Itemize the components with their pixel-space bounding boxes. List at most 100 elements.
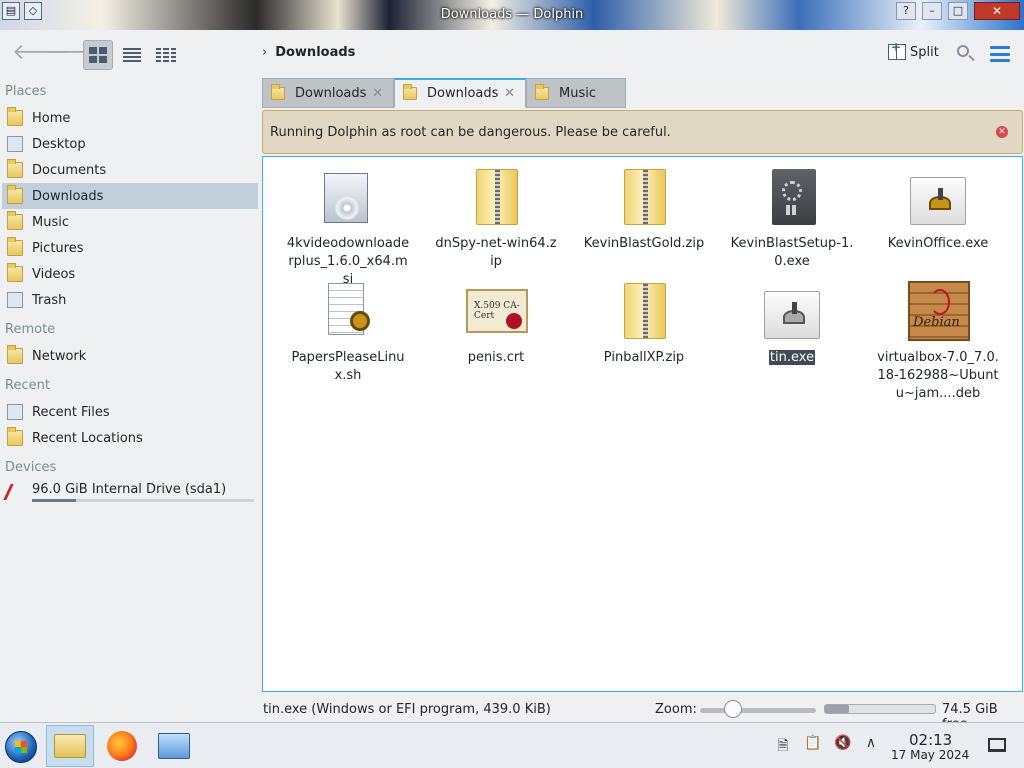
documents-folder-icon bbox=[7, 159, 23, 178]
close-window-button[interactable]: ✕ bbox=[974, 2, 1020, 20]
notes-tray-icon[interactable]: 🗎 bbox=[774, 735, 792, 754]
tab-downloads-2[interactable]: Downloads ✕ bbox=[394, 78, 526, 108]
compact-view-icon bbox=[123, 48, 141, 62]
folder-icon bbox=[535, 83, 549, 100]
file-name: tin.exe bbox=[768, 349, 816, 367]
file-item[interactable]: KevinBlastSetup-1.0.exe bbox=[727, 167, 857, 271]
clipboard-tray-icon[interactable]: 📋 bbox=[804, 735, 822, 753]
file-item[interactable]: 4kvideodownloaderplus_1.6.0_x64.msi bbox=[283, 167, 413, 289]
file-name-text: KevinBlastSetup-1.0.exe bbox=[730, 236, 854, 269]
sidebar-item-label: 96.0 GiB Internal Drive (sda1) bbox=[32, 482, 227, 497]
folder-icon bbox=[403, 84, 417, 100]
sidebar-item-label: Network bbox=[32, 348, 87, 364]
file-name: penis.crt bbox=[468, 349, 525, 367]
sidebar-item-recent-locations[interactable]: Recent Locations bbox=[2, 425, 258, 451]
volume-muted-icon[interactable]: 🔇 bbox=[834, 735, 852, 753]
zoom-slider-handle[interactable] bbox=[724, 700, 742, 718]
sidebar-item-documents[interactable]: Documents bbox=[2, 157, 258, 183]
breadcrumb-current[interactable]: Downloads bbox=[275, 45, 355, 60]
tab-label: Downloads bbox=[427, 86, 499, 101]
zoom-label: Zoom: bbox=[655, 702, 697, 717]
taskbar-settings-button[interactable] bbox=[150, 725, 198, 767]
downloads-folder-icon bbox=[7, 185, 23, 204]
compact-view-button[interactable] bbox=[117, 40, 147, 70]
exe-gear-icon bbox=[762, 281, 822, 341]
file-name-text: 4kvideodownloaderplus_1.6.0_x64.msi bbox=[286, 236, 410, 287]
sidebar-item-label: Pictures bbox=[32, 240, 84, 256]
details-view-icon bbox=[156, 48, 176, 62]
search-icon[interactable] bbox=[956, 44, 976, 64]
show-desktop-icon[interactable] bbox=[988, 738, 1006, 752]
chevron-up-icon[interactable]: ∧ bbox=[862, 735, 880, 753]
close-warning-icon[interactable]: ✕ bbox=[996, 126, 1008, 138]
sidebar-section-places: Places bbox=[5, 84, 47, 99]
sidebar-item-music[interactable]: Music bbox=[2, 209, 258, 235]
sidebar-section-remote: Remote bbox=[5, 322, 56, 337]
file-name-text: virtualbox-7.0_7.0.18-162988~Ubuntu~jam.… bbox=[877, 350, 999, 401]
icons-view-button[interactable] bbox=[83, 40, 113, 70]
file-name-text: PinballXP.zip bbox=[603, 350, 685, 365]
file-name: KevinOffice.exe bbox=[888, 235, 989, 253]
start-menu-button[interactable] bbox=[5, 731, 37, 763]
details-view-button[interactable] bbox=[151, 40, 181, 70]
sidebar-item-trash[interactable]: Trash bbox=[2, 287, 258, 313]
system-settings-icon bbox=[158, 733, 190, 759]
clock-time[interactable]: 02:13 bbox=[909, 731, 952, 749]
shell-script-icon bbox=[318, 281, 378, 341]
network-folder-icon bbox=[7, 345, 23, 364]
debian-package-icon: Debian bbox=[908, 281, 970, 341]
exe-gear-icon bbox=[908, 167, 968, 227]
sidebar-item-network[interactable]: Network bbox=[2, 343, 258, 369]
tab-downloads-1[interactable]: Downloads ✕ bbox=[262, 78, 394, 108]
msi-installer-icon bbox=[318, 167, 378, 227]
sidebar-section-devices: Devices bbox=[5, 460, 57, 475]
sidebar-item-label: Desktop bbox=[32, 136, 86, 152]
maximize-button[interactable]: □ bbox=[948, 2, 968, 20]
file-name: KevinBlastGold.zip bbox=[584, 235, 705, 253]
file-name: PinballXP.zip bbox=[604, 349, 684, 367]
file-item[interactable]: Debian virtualbox-7.0_7.0.18-162988~Ubunt… bbox=[873, 281, 1003, 403]
file-item[interactable]: tin.exe bbox=[727, 281, 857, 367]
sidebar-item-pictures[interactable]: Pictures bbox=[2, 235, 258, 261]
sidebar-item-recent-files[interactable]: Recent Files bbox=[2, 399, 258, 425]
file-name-text: penis.crt bbox=[467, 350, 525, 365]
breadcrumb-chevron-icon[interactable]: › bbox=[262, 45, 267, 60]
file-name: virtualbox-7.0_7.0.18-162988~Ubuntu~jam.… bbox=[876, 349, 1000, 403]
hamburger-menu-icon[interactable] bbox=[990, 46, 1010, 62]
file-item[interactable]: KevinOffice.exe bbox=[873, 167, 1003, 253]
breadcrumb[interactable]: › Downloads bbox=[262, 45, 355, 60]
taskbar-dolphin-button[interactable] bbox=[46, 725, 94, 767]
file-item[interactable]: KevinBlastGold.zip bbox=[579, 167, 709, 253]
sidebar-item-96-0-gib-internal-drive-sda1[interactable]: 96.0 GiB Internal Drive (sda1) bbox=[2, 479, 258, 505]
file-item[interactable]: X.509 CA-Cert penis.crt bbox=[431, 281, 561, 367]
file-view[interactable]: 4kvideodownloaderplus_1.6.0_x64.msi dnSpy… bbox=[262, 156, 1023, 692]
help-button[interactable]: ? bbox=[896, 2, 916, 20]
sidebar-item-videos[interactable]: Videos bbox=[2, 261, 258, 287]
title-bar[interactable]: ▤ ◇ Downloads — Dolphin ? – □ ✕ bbox=[0, 0, 1024, 30]
sidebar-item-downloads[interactable]: Downloads bbox=[2, 183, 258, 209]
sidebar-item-label: Music bbox=[32, 214, 69, 230]
zoom-slider-track[interactable] bbox=[700, 708, 816, 713]
clock-date[interactable]: 17 May 2024 bbox=[891, 748, 969, 762]
desktop-icon bbox=[7, 136, 23, 152]
close-tab-icon[interactable]: ✕ bbox=[372, 86, 383, 101]
status-info: tin.exe (Windows or EFI program, 439.0 K… bbox=[263, 702, 551, 717]
file-item[interactable]: PinballXP.zip bbox=[579, 281, 709, 367]
split-button[interactable]: + Split bbox=[888, 40, 939, 60]
zip-archive-icon bbox=[466, 167, 526, 227]
status-bar: tin.exe (Windows or EFI program, 439.0 K… bbox=[0, 696, 1024, 732]
file-name-text: dnSpy-net-win64.zip bbox=[435, 236, 557, 269]
file-item[interactable]: dnSpy-net-win64.zip bbox=[431, 167, 561, 271]
minimize-button[interactable]: – bbox=[922, 2, 942, 20]
zip-archive-icon bbox=[614, 281, 674, 341]
close-tab-icon[interactable]: ✕ bbox=[504, 86, 515, 101]
file-name-text: tin.exe bbox=[768, 350, 816, 365]
file-item[interactable]: PapersPleaseLinux.sh bbox=[283, 281, 413, 385]
tab-music[interactable]: Music bbox=[526, 78, 626, 108]
split-view-icon: + bbox=[888, 40, 906, 60]
tab-bar: Downloads ✕ Downloads ✕ Music bbox=[262, 78, 1024, 108]
zip-archive-icon bbox=[614, 167, 674, 227]
sidebar-item-home[interactable]: Home bbox=[2, 105, 258, 131]
sidebar-item-desktop[interactable]: Desktop bbox=[2, 131, 258, 157]
taskbar-firefox-button[interactable] bbox=[98, 725, 146, 767]
